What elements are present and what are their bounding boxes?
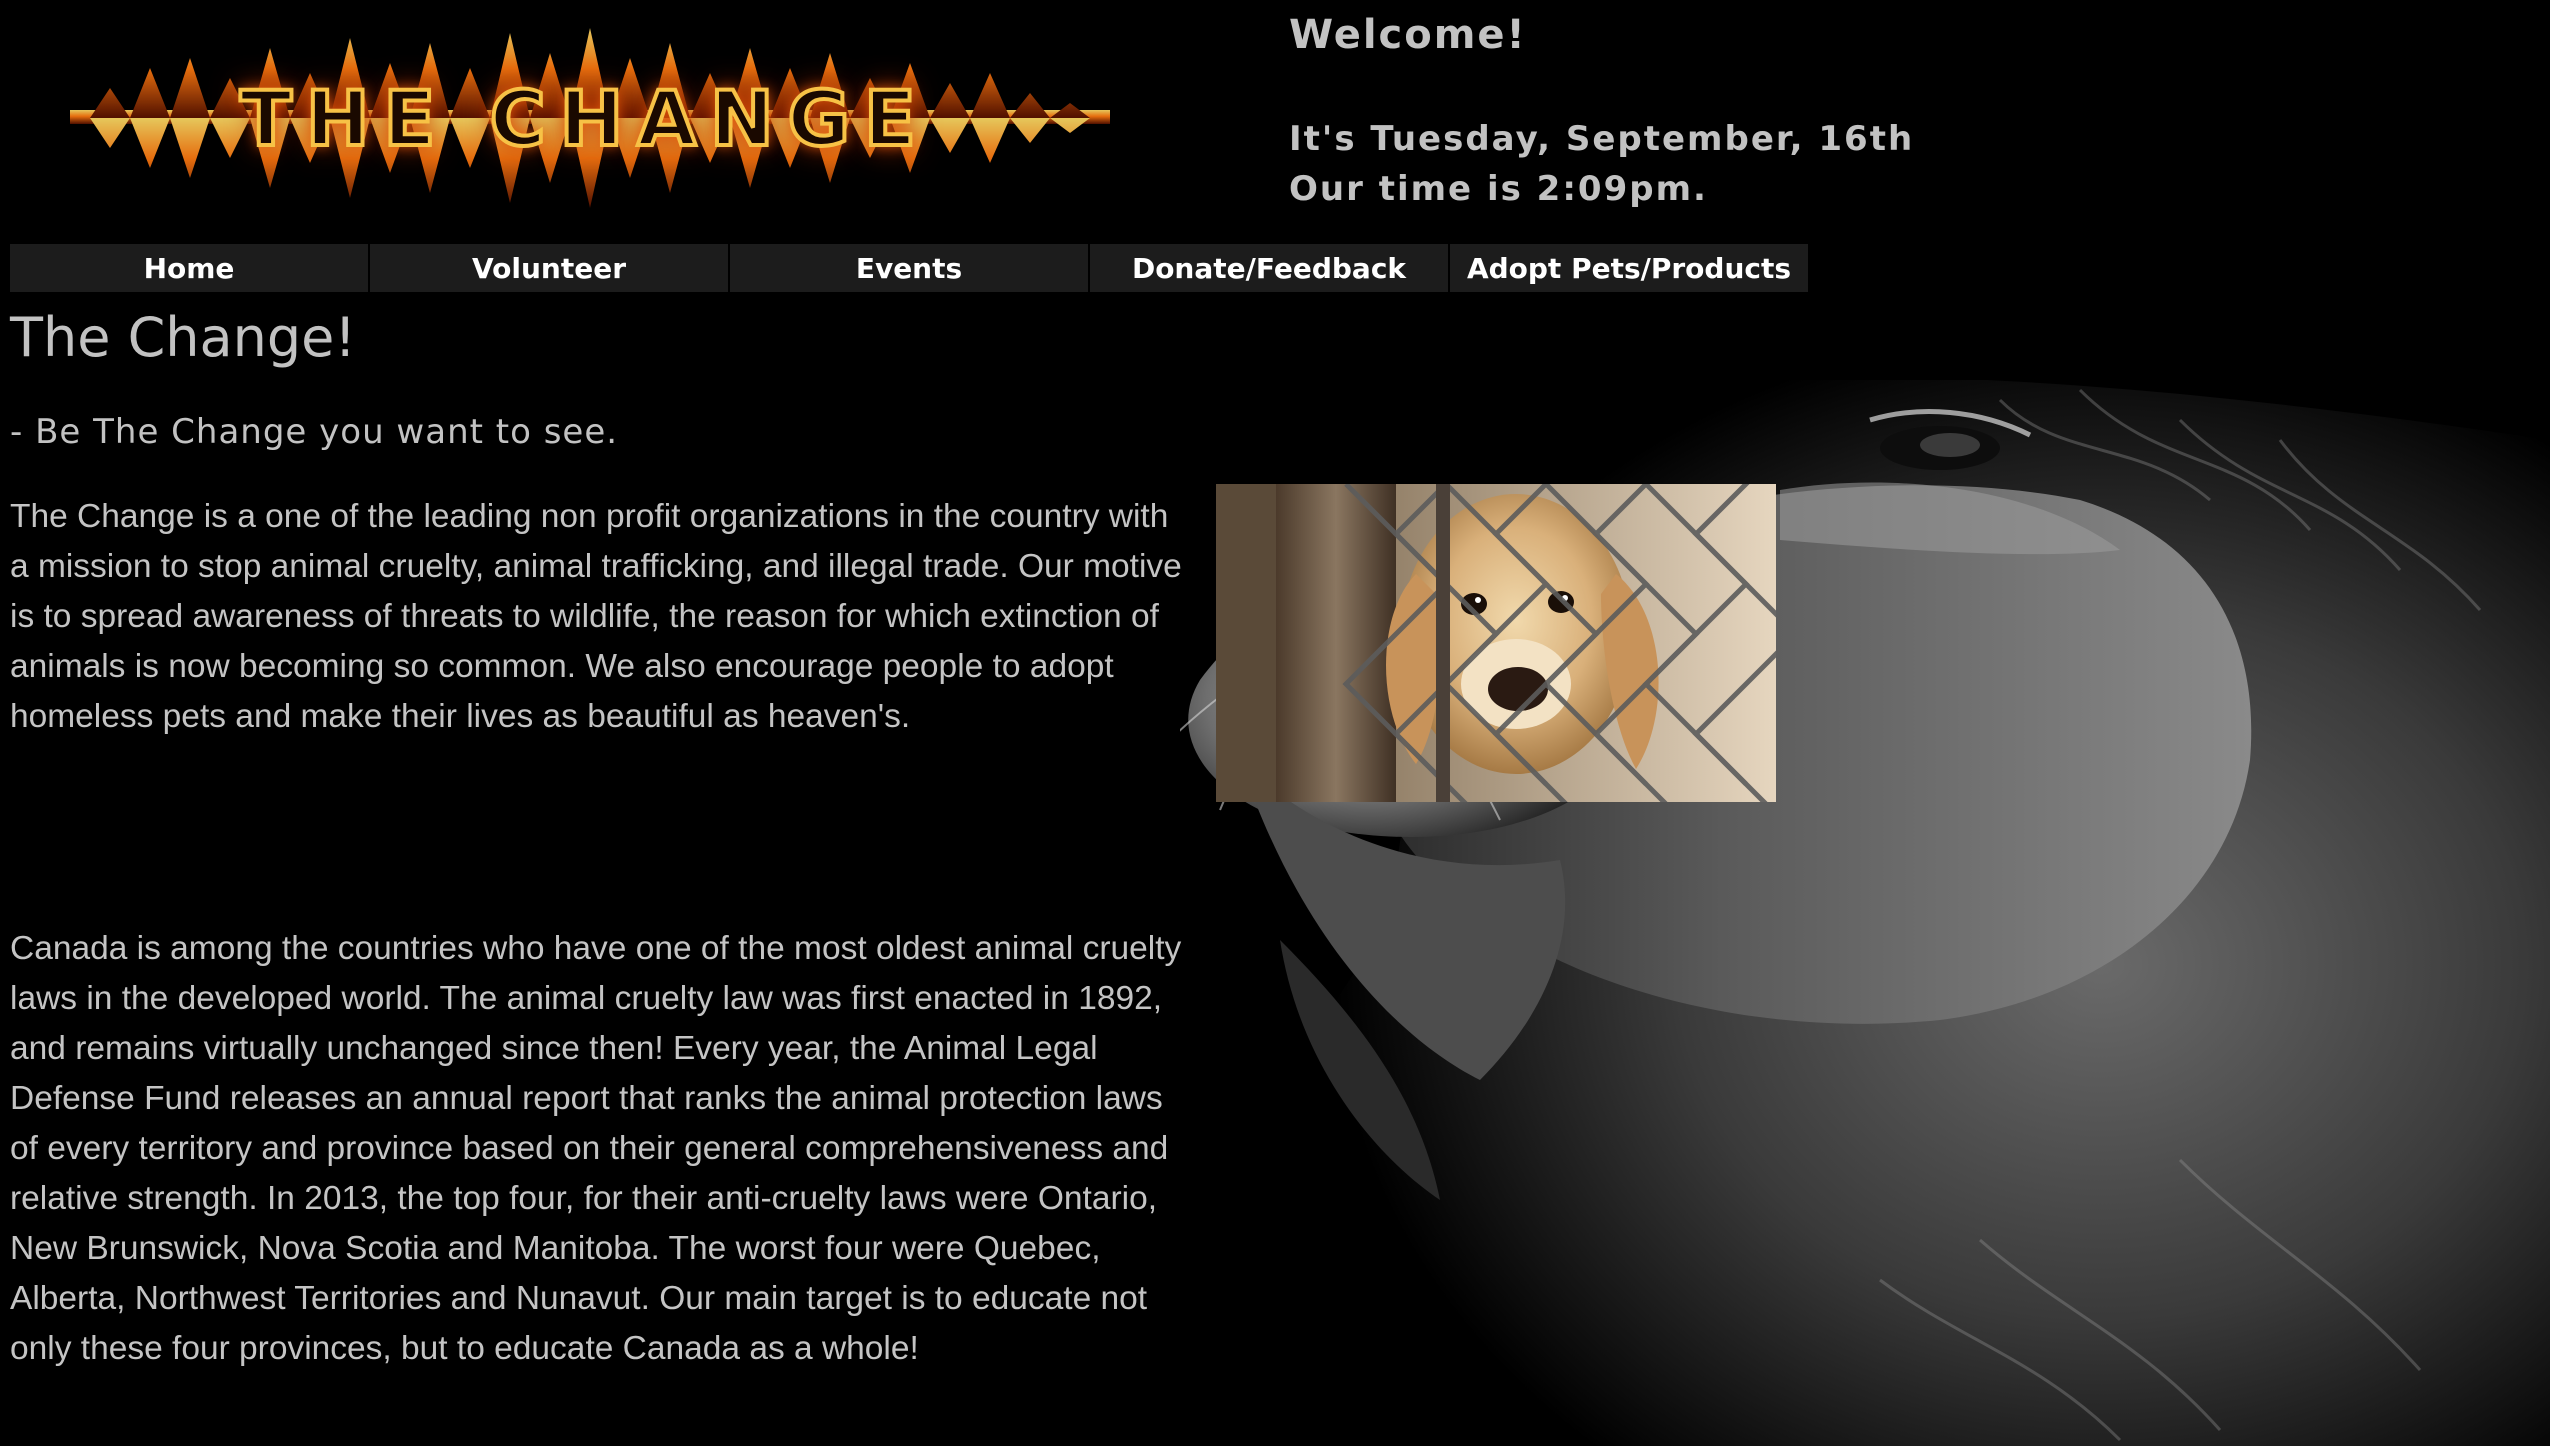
welcome-panel: Welcome! It's Tuesday, September, 16th O… xyxy=(1289,12,1914,214)
page: THE CHANGE Welcome! It's Tuesday, Septem… xyxy=(0,0,2550,1446)
nav-item-adopt-pets-products[interactable]: Adopt Pets/Products xyxy=(1450,244,1808,292)
nav-item-volunteer[interactable]: Volunteer xyxy=(370,244,730,292)
tagline: - Be The Change you want to see. xyxy=(10,412,619,452)
date-text: It's Tuesday, September, 16th xyxy=(1289,119,1915,159)
nav-item-home[interactable]: Home xyxy=(10,244,370,292)
main-nav: Home Volunteer Events Donate/Feedback Ad… xyxy=(10,244,1808,292)
caged-dog-image xyxy=(1216,484,1776,802)
intro-paragraph: The Change is a one of the leading non p… xyxy=(10,498,1182,735)
canada-paragraph: Canada is among the countries who have o… xyxy=(10,930,1182,1367)
nav-item-events[interactable]: Events xyxy=(730,244,1090,292)
site-logo[interactable]: THE CHANGE xyxy=(10,18,1160,218)
page-title: The Change! xyxy=(10,306,356,369)
time-text: Our time is 2:09pm. xyxy=(1289,169,1708,209)
logo-text: THE CHANGE xyxy=(238,72,930,165)
nav-item-donate-feedback[interactable]: Donate/Feedback xyxy=(1090,244,1450,292)
welcome-title: Welcome! xyxy=(1289,12,1527,58)
